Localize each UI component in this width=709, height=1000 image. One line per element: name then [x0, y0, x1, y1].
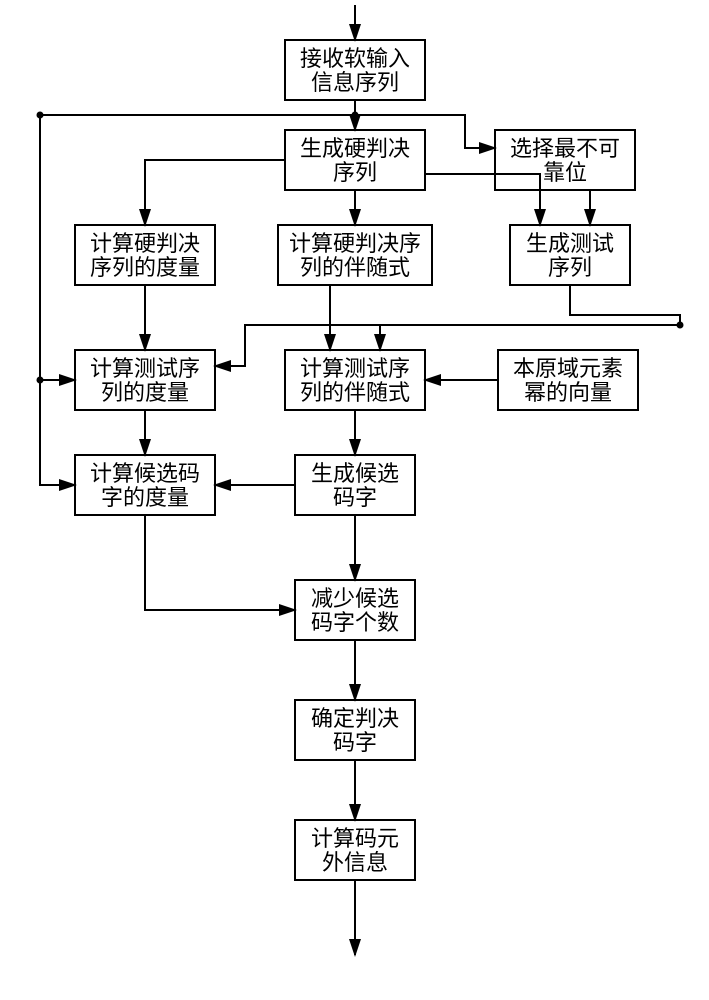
edge-n6-rail [570, 285, 680, 325]
n7-l1: 计算测试序 [90, 356, 200, 381]
n13-l2: 码字 [333, 730, 377, 755]
n3-l2: 靠位 [543, 160, 587, 185]
n6-l2: 序列 [548, 255, 592, 280]
n5-l2: 列的伴随式 [300, 255, 410, 280]
n10-l2: 字的度量 [101, 485, 189, 510]
n7-l2: 列的度量 [101, 380, 189, 405]
n14-l1: 计算码元 [311, 826, 399, 851]
edge-n2-n4 [145, 160, 285, 225]
n2-l2: 序列 [333, 160, 377, 185]
junction-left-top [37, 112, 44, 119]
n9-l1: 本原域元素 [513, 356, 623, 381]
n1-l1: 接收软输入 [300, 46, 410, 71]
n14-l2: 外信息 [322, 850, 388, 875]
n3-l1: 选择最不可 [510, 136, 620, 161]
n8-l2: 列的伴随式 [300, 380, 410, 405]
n12-l2: 码字个数 [311, 610, 399, 635]
n5-l1: 计算硬判决序 [289, 231, 421, 256]
n6-l1: 生成测试 [526, 231, 614, 256]
n12-l1: 减少候选 [311, 586, 399, 611]
n1-l2: 信息序列 [311, 70, 399, 95]
n4-l2: 序列的度量 [90, 255, 200, 280]
n11-l1: 生成候选 [311, 461, 399, 486]
edge-n10-n12 [145, 515, 295, 610]
n13-l1: 确定判决 [311, 706, 399, 731]
n9-l2: 幂的向量 [524, 380, 612, 405]
edge-n6-n8 [380, 325, 680, 350]
n11-l2: 码字 [333, 485, 377, 510]
n2-l1: 生成硬判决 [300, 136, 410, 161]
n10-l1: 计算候选码 [90, 461, 200, 486]
n8-l1: 计算测试序 [300, 356, 410, 381]
n4-l1: 计算硬判决 [90, 231, 200, 256]
